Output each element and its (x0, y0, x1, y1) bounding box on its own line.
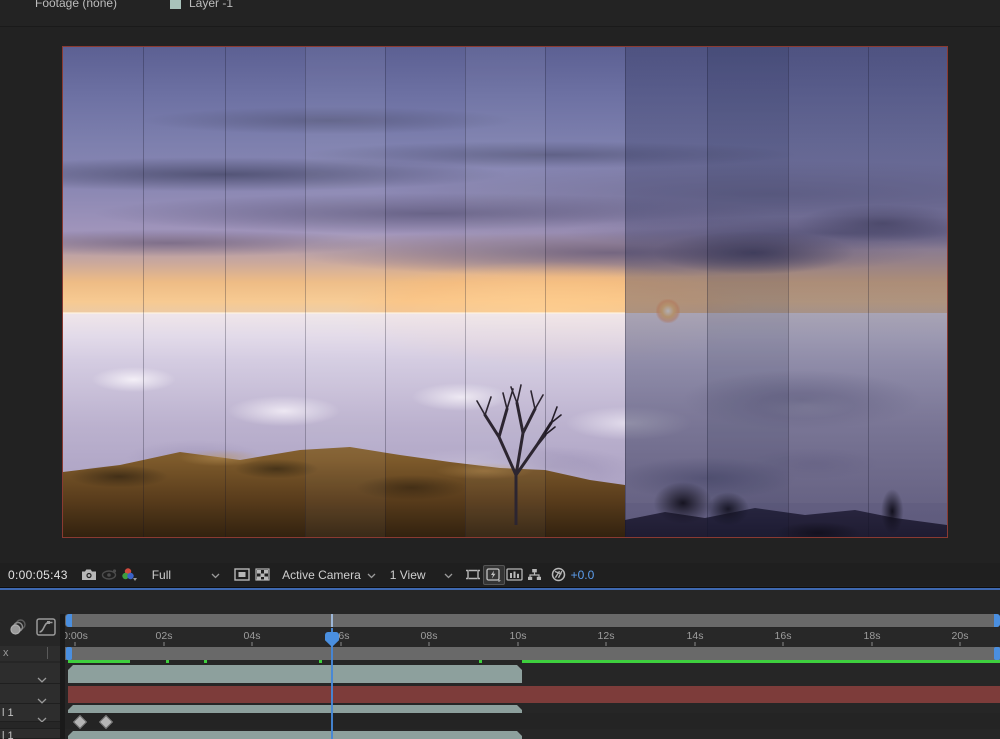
ruler-label: 20s (952, 630, 969, 642)
region-of-interest-icon[interactable] (232, 566, 252, 584)
ruler-label: 16s (775, 630, 792, 642)
chevron-down-icon[interactable] (37, 732, 47, 739)
time-ruler[interactable]: 0:00s 02s 04s 06s 08s 10s 12s 14s 16s 18… (65, 628, 1000, 648)
view-popup-dropdown[interactable]: Active Camera (282, 568, 361, 582)
timeline-track-area[interactable]: 0:00s 02s 04s 06s 08s 10s 12s 14s 16s 18… (65, 590, 1000, 739)
view-layout-dropdown[interactable]: 1 View (390, 568, 426, 582)
current-timecode[interactable]: 0:00:05:43 (8, 568, 68, 582)
composition-panel (0, 27, 1000, 563)
keyframe-diamond[interactable] (99, 715, 113, 729)
layer-name-fragment: l 1 (2, 707, 14, 719)
reset-exposure-icon[interactable] (549, 566, 569, 584)
cache-indicator-tick (166, 660, 169, 663)
slice-brightness-step (465, 47, 545, 537)
layer-name-fragment: l 1 (2, 730, 14, 739)
keyframe-diamond[interactable] (73, 715, 87, 729)
ruler-label: 08s (421, 630, 438, 642)
sunset-panorama-image (63, 47, 947, 537)
ruler-label: 10s (510, 630, 527, 642)
ruler-label: 04s (244, 630, 261, 642)
slice-seam (545, 47, 546, 537)
layer-row-left-2[interactable] (0, 684, 60, 704)
layer-bar-4[interactable] (68, 731, 522, 739)
tab-footage[interactable]: Footage (none) (35, 0, 117, 10)
flowchart-icon[interactable] (525, 566, 545, 584)
property-row-left (0, 722, 60, 729)
cache-indicator-segment (68, 660, 130, 663)
time-navigator-bar[interactable] (65, 614, 1000, 627)
channel-rgb-dots-icon[interactable] (120, 566, 140, 584)
slice-seam (143, 47, 144, 537)
layer-bar-2[interactable] (68, 686, 1000, 703)
pixel-aspect-correction-icon[interactable] (463, 566, 483, 584)
motion-blur-icon[interactable] (6, 615, 30, 639)
slice-seam (868, 47, 869, 537)
show-last-snapshot-eye-icon[interactable] (100, 566, 120, 584)
viewer-toolbar: 0:00:05:43 Full Active Camera 1 View (0, 563, 1000, 586)
navigator-playhead-tick (331, 614, 333, 627)
layer-color-swatch-icon (170, 0, 181, 9)
chevron-down-icon[interactable] (211, 566, 220, 584)
layer-bar-1[interactable] (68, 665, 522, 683)
work-area-end-handle[interactable] (994, 647, 1000, 660)
composition-viewport[interactable] (62, 46, 948, 538)
ruler-label: 14s (687, 630, 704, 642)
slice-seam (625, 47, 626, 537)
slice-seam (385, 47, 386, 537)
tab-layer[interactable]: Layer -1 (189, 0, 233, 10)
cache-indicator-segment (522, 660, 1000, 663)
slice-seam (788, 47, 789, 537)
chevron-down-icon[interactable] (367, 566, 376, 584)
snapshot-camera-icon[interactable] (80, 566, 100, 584)
layer-row-left-4[interactable]: l 1 (0, 729, 60, 739)
fast-previews-icon[interactable] (483, 565, 505, 585)
slice-brightness-step (305, 47, 385, 537)
layer-row-left-1[interactable] (0, 663, 60, 684)
navigator-start-handle[interactable] (66, 614, 72, 627)
timeline-panel: x l 1 l 1 0: (0, 590, 1000, 739)
property-keyframe-row[interactable] (65, 713, 1000, 729)
ruler-label: 02s (156, 630, 173, 642)
cache-indicator-tick (319, 660, 322, 663)
magnification-dropdown[interactable]: Full (152, 568, 171, 582)
timeline-button-icon[interactable] (505, 566, 525, 584)
adjust-exposure-value[interactable]: +0.0 (571, 568, 595, 582)
ruler-label: 18s (864, 630, 881, 642)
layer-row-left-3[interactable]: l 1 (0, 704, 60, 722)
work-area-start-handle[interactable] (66, 647, 72, 660)
chevron-down-icon[interactable] (444, 566, 453, 584)
after-effects-window: Footage (none) Layer -1 (0, 0, 1000, 739)
panel-tab-bar: Footage (none) Layer -1 (0, 0, 1000, 27)
ruler-label: 12s (598, 630, 615, 642)
cache-indicator-tick (479, 660, 482, 663)
transparency-grid-icon[interactable] (252, 566, 272, 584)
navigator-end-handle[interactable] (994, 614, 1000, 627)
ruler-label: 0:00s (65, 630, 88, 642)
graph-editor-icon[interactable] (34, 615, 58, 639)
column-divider[interactable] (47, 647, 48, 659)
slice-darkness-step (707, 47, 788, 537)
cache-indicator-tick (204, 660, 207, 663)
slice-seam (225, 47, 226, 537)
timeline-left-header: x (0, 646, 60, 661)
work-area-bar[interactable] (65, 647, 1000, 660)
layer-bar-3[interactable] (68, 705, 522, 713)
left-header-text-fragment: x (3, 647, 9, 659)
